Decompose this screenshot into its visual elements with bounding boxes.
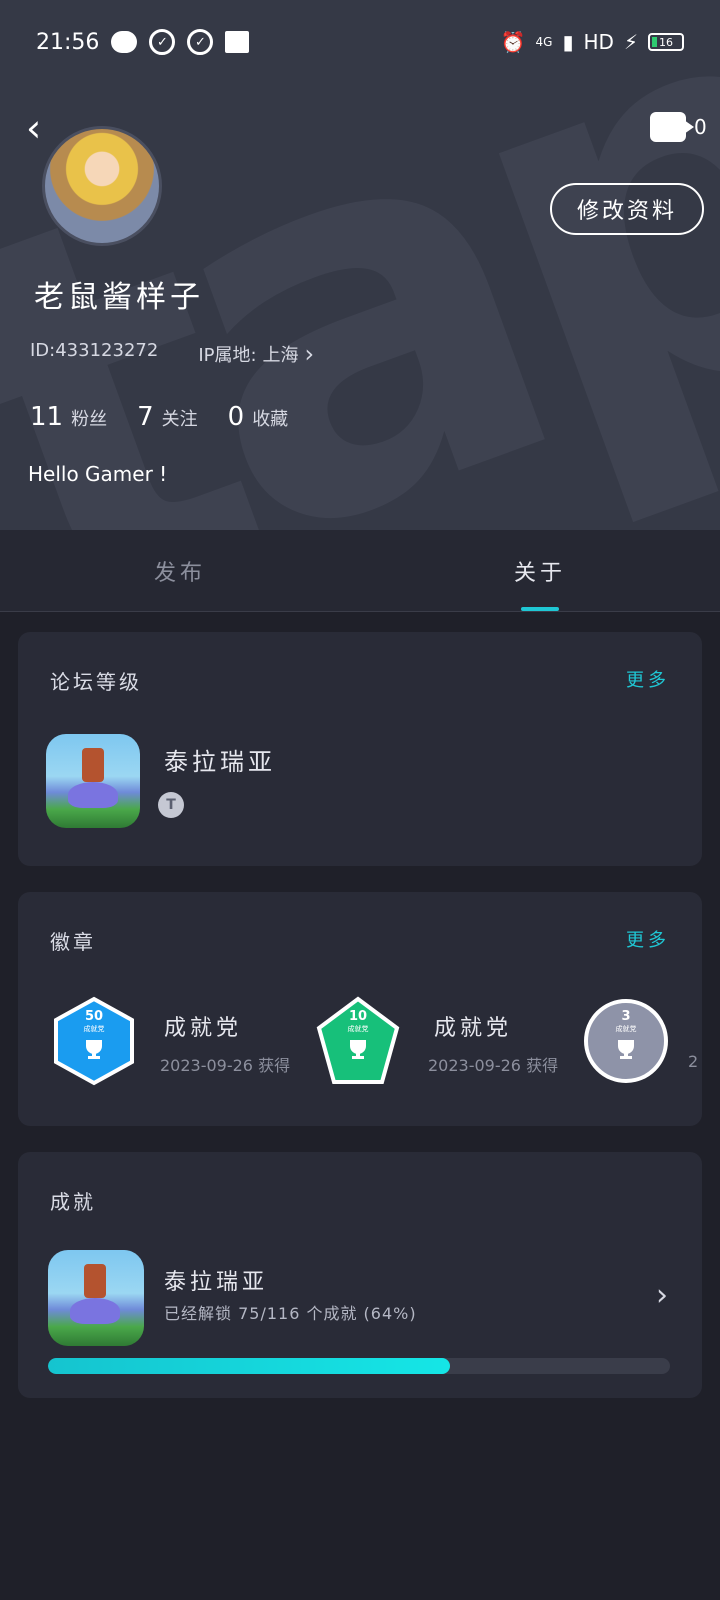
badge-achiever-10[interactable]: 10 成就党 xyxy=(316,996,400,1086)
level-badge-icon: T xyxy=(158,792,184,818)
hd-label: HD xyxy=(583,30,614,54)
signal-icon: ▮ xyxy=(562,30,574,54)
profile-tabs: 发布 关于 xyxy=(0,530,720,612)
charging-icon: ⚡ xyxy=(623,30,638,54)
badge-subtitle: 成就党 xyxy=(615,1024,637,1033)
edit-profile-button[interactable]: 修改资料 xyxy=(550,183,704,235)
stat-favorites[interactable]: 0 收藏 xyxy=(228,402,289,432)
ip-label: IP属地: xyxy=(198,345,257,366)
game-name: 泰拉瑞亚 xyxy=(164,1270,269,1295)
check-circle-icon: ✓ xyxy=(149,29,176,55)
chat-icon xyxy=(111,31,138,53)
game-name: 泰拉瑞亚 xyxy=(164,748,276,776)
tab-about[interactable]: 关于 xyxy=(360,530,720,611)
chevron-right-icon[interactable]: › xyxy=(656,1278,668,1313)
ip-location[interactable]: IP属地: 上海 › xyxy=(198,340,314,368)
stat-label: 关注 xyxy=(161,409,198,430)
more-link[interactable]: 更多 xyxy=(626,666,670,692)
battery-icon: 16 xyxy=(648,33,684,51)
achievement-progress-text: 已经解锁 75/116 个成就 (64%) xyxy=(164,1304,417,1323)
badge-date: 2 xyxy=(688,1052,699,1071)
badge-number: 50 xyxy=(84,1008,104,1024)
stat-number: 7 xyxy=(137,402,154,432)
alarm-icon: ⏰ xyxy=(500,30,526,54)
card-title: 论坛等级 xyxy=(50,670,142,694)
badge-date: 2023-09-26 获得 xyxy=(428,1056,559,1075)
stat-number: 0 xyxy=(227,402,245,432)
forum-level-card: 论坛等级 更多 泰拉瑞亚 T xyxy=(18,632,702,866)
status-bar: 21:56 ✓ ✓ ⏰ 4G ▮ HD ⚡ 16 xyxy=(0,0,720,84)
network-label: 4G xyxy=(535,35,553,49)
profile-meta: ID:433123272 IP属地: 上海 › xyxy=(30,340,314,368)
mail-icon xyxy=(225,31,250,53)
trophy-icon xyxy=(86,1039,102,1059)
game-icon[interactable] xyxy=(46,734,140,828)
badge-title: 成就党 xyxy=(164,1016,243,1041)
tab-posts[interactable]: 发布 xyxy=(0,530,360,611)
notification-icons: ✓ ✓ xyxy=(111,29,250,55)
badge-date: 2023-09-26 获得 xyxy=(160,1056,291,1075)
profile-header: tap 21:56 ✓ ✓ ⏰ 4G ▮ HD ⚡ 16 ‹ 0 修改资料 老鼠… xyxy=(0,0,720,530)
chevron-right-icon: › xyxy=(304,340,315,368)
slime-graphic xyxy=(68,782,118,808)
status-time: 21:56 xyxy=(36,29,100,55)
badge-number: 10 xyxy=(348,1008,368,1024)
hero-graphic xyxy=(84,1264,106,1298)
stat-number: 11 xyxy=(30,402,64,432)
stat-following[interactable]: 7 关注 xyxy=(137,402,198,432)
achievement-progress-fill xyxy=(48,1358,451,1374)
video-camera-icon xyxy=(650,112,694,142)
user-id: ID:433123272 xyxy=(30,340,159,361)
system-icons: ⏰ 4G ▮ HD ⚡ 16 xyxy=(501,30,684,54)
badge-subtitle: 成就党 xyxy=(347,1024,369,1033)
trophy-icon xyxy=(350,1039,366,1059)
badge-achiever-3[interactable]: 3 成就党 xyxy=(584,996,668,1086)
back-button[interactable]: ‹ xyxy=(26,108,58,148)
badge-achiever-50[interactable]: 50 成就党 xyxy=(52,996,136,1086)
achievements-card[interactable]: 成就 泰拉瑞亚 已经解锁 75/116 个成就 (64%) › xyxy=(18,1152,702,1398)
badge-subtitle: 成就党 xyxy=(83,1024,105,1033)
stat-label: 收藏 xyxy=(252,409,289,430)
stat-label: 粉丝 xyxy=(71,409,108,430)
avatar[interactable] xyxy=(42,126,162,246)
profile-stats: 11 粉丝 7 关注 0 收藏 xyxy=(30,402,288,432)
achievement-progress-bar xyxy=(48,1358,670,1374)
badges-card: 徽章 更多 50 成就党 成就党 2023-09-26 获得 10 成就党 成就… xyxy=(18,892,702,1126)
hero-graphic xyxy=(82,748,104,782)
ip-value: 上海 xyxy=(262,345,299,366)
camera-button[interactable]: 0 xyxy=(650,112,707,142)
check-circle-icon: ✓ xyxy=(187,29,214,55)
badge-number: 3 xyxy=(621,1008,631,1024)
card-title: 成就 xyxy=(50,1190,96,1214)
camera-count: 0 xyxy=(694,115,707,139)
slime-graphic xyxy=(70,1298,120,1324)
stat-followers[interactable]: 11 粉丝 xyxy=(30,402,107,432)
more-link[interactable]: 更多 xyxy=(626,926,670,952)
chevron-left-icon: ‹ xyxy=(26,106,42,150)
game-icon[interactable] xyxy=(48,1250,144,1346)
profile-bio: Hello Gamer ! xyxy=(28,462,168,486)
badge-title: 成就党 xyxy=(434,1016,513,1041)
card-title: 徽章 xyxy=(50,930,96,954)
username: 老鼠酱样子 xyxy=(34,280,204,315)
battery-level: 16 xyxy=(659,35,673,49)
trophy-icon xyxy=(618,1039,634,1059)
